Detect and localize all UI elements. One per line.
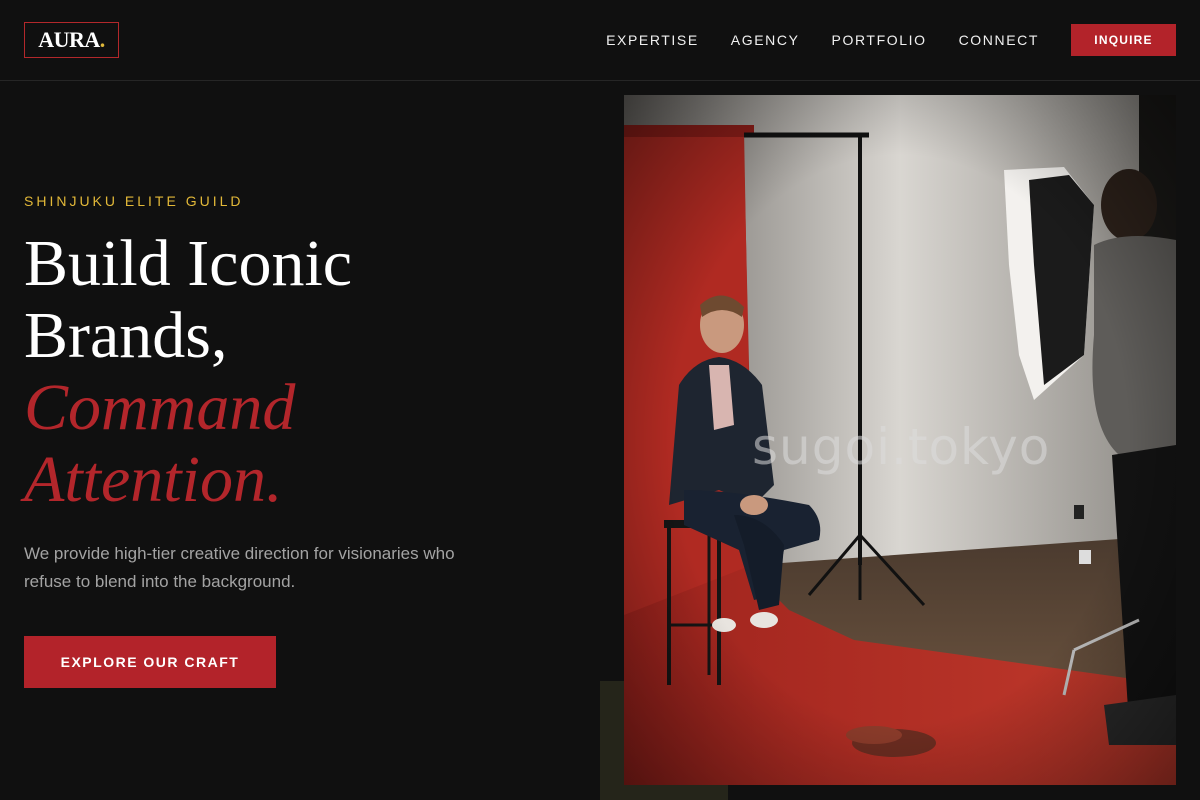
explore-craft-button[interactable]: EXPLORE OUR CRAFT	[24, 636, 276, 688]
headline-line-2: Brands,	[24, 299, 228, 372]
hero-headline: Build Iconic Brands, Command Attention.	[24, 228, 584, 516]
hero-subtext: We provide high-tier creative direction …	[24, 544, 455, 591]
inquire-button[interactable]: INQUIRE	[1071, 24, 1176, 56]
headline-accent-2: Attention.	[24, 443, 283, 516]
brand-logo[interactable]: AURA.	[24, 22, 119, 58]
hero-eyebrow: SHINJUKU ELITE GUILD	[24, 193, 244, 209]
nav-link-portfolio[interactable]: PORTFOLIO	[832, 32, 927, 48]
site-header: AURA. EXPERTISE AGENCY PORTFOLIO CONNECT…	[0, 0, 1200, 81]
brand-name: AURA	[38, 27, 100, 52]
nav-link-expertise[interactable]: EXPERTISE	[606, 32, 699, 48]
headline-accent-1: Command	[24, 371, 296, 444]
headline-line-1: Build Iconic	[24, 227, 353, 300]
nav-link-agency[interactable]: AGENCY	[731, 32, 800, 48]
brand-dot: .	[99, 27, 106, 52]
main-nav: EXPERTISE AGENCY PORTFOLIO CONNECT INQUI…	[606, 24, 1176, 56]
photo-watermark: sugoi.tokyo	[752, 418, 1051, 476]
nav-link-connect[interactable]: CONNECT	[959, 32, 1039, 48]
